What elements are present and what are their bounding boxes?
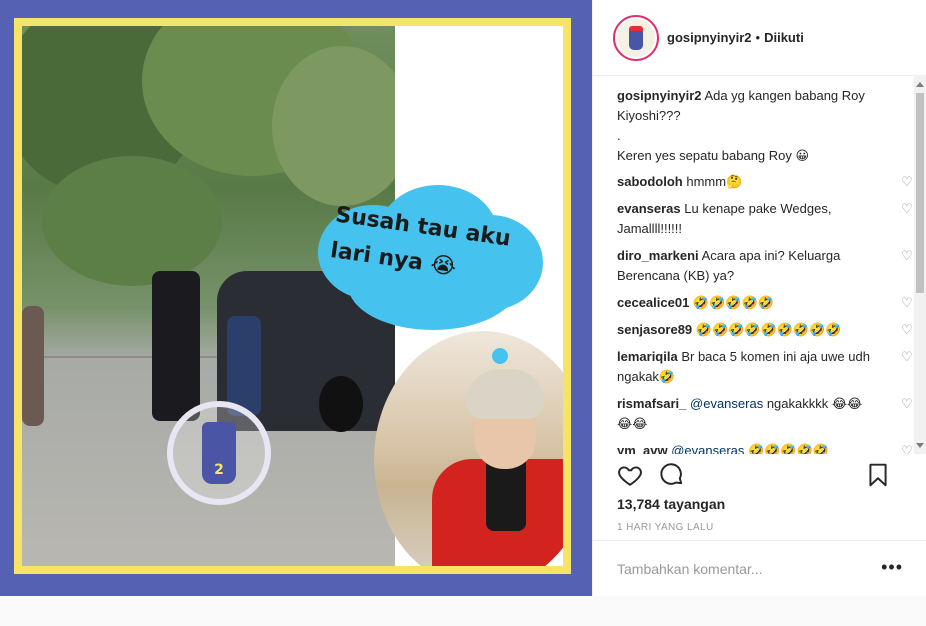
- comment-icon[interactable]: [659, 462, 685, 488]
- logo-bottle-icon: 2: [202, 422, 236, 484]
- heart-icon[interactable]: [617, 462, 643, 488]
- comment-item: rismafsari_ @evanseras ngakakkkk 😂😂😂😂 ♡: [617, 394, 913, 434]
- comment-text: 🤣🤣🤣🤣🤣🤣🤣🤣🤣: [695, 322, 842, 337]
- comment-username[interactable]: diro_markeni: [617, 248, 699, 263]
- person-walking: [22, 306, 44, 426]
- scroll-up-arrow-icon[interactable]: [916, 82, 924, 87]
- follow-status[interactable]: Diikuti: [764, 30, 804, 45]
- small-heart-icon[interactable]: ♡: [901, 202, 913, 215]
- post-actions: [617, 460, 907, 490]
- comments-list[interactable]: gosipnyinyir2 Ada yg kangen babang Roy K…: [593, 86, 915, 454]
- post-media[interactable]: 2 Susah tau aku lari nya 😭: [0, 0, 592, 596]
- person-walking: [152, 271, 200, 421]
- comment-item: senjasore89 🤣🤣🤣🤣🤣🤣🤣🤣🤣 ♡: [617, 320, 913, 340]
- comment-username[interactable]: rismafsari_: [617, 396, 686, 411]
- comment-username[interactable]: ym_avw: [617, 443, 668, 454]
- comment-text: hmmm🤔: [686, 174, 743, 189]
- view-count[interactable]: 13,784 tayangan: [617, 496, 725, 512]
- add-comment-row: •••: [593, 540, 926, 596]
- comment-item: cecealice01 🤣🤣🤣🤣🤣 ♡: [617, 293, 913, 313]
- comment-username[interactable]: senjasore89: [617, 322, 692, 337]
- person-walking: [227, 316, 261, 416]
- tree-foliage: [42, 156, 222, 286]
- post-timestamp[interactable]: 1 HARI YANG LALU: [617, 522, 714, 533]
- comment-item: ym_avw @evanseras 🤣🤣🤣🤣🤣 ♡: [617, 441, 913, 454]
- bookmark-icon[interactable]: [865, 462, 891, 488]
- portrait-circle: [374, 331, 563, 566]
- comment-item: sabodoloh hmmm🤔 ♡: [617, 172, 913, 192]
- caption-line: Keren yes sepatu babang Roy 😀: [617, 148, 810, 163]
- thought-bubble: Susah tau aku lari nya 😭: [308, 185, 544, 335]
- comment-mention[interactable]: @evanseras: [671, 443, 744, 454]
- post-sidebar: gosipnyinyir2 • Diikuti gosipnyinyir2 Ad…: [592, 0, 926, 596]
- header-separator: •: [755, 30, 761, 45]
- comment-username[interactable]: sabodoloh: [617, 174, 683, 189]
- header-username[interactable]: gosipnyinyir2: [667, 30, 752, 45]
- crying-emoji: 😭: [428, 252, 458, 281]
- more-options-icon[interactable]: •••: [881, 558, 903, 576]
- thought-dot: [492, 348, 508, 364]
- comments-scrollbar[interactable]: [914, 76, 926, 454]
- watermark-logo: 2: [167, 401, 271, 505]
- small-heart-icon[interactable]: ♡: [901, 397, 913, 410]
- small-heart-icon[interactable]: ♡: [901, 350, 913, 363]
- caption-username[interactable]: gosipnyinyir2: [617, 88, 702, 103]
- small-heart-icon[interactable]: ♡: [901, 296, 913, 309]
- small-heart-icon[interactable]: ♡: [901, 323, 913, 336]
- small-heart-icon[interactable]: ♡: [901, 444, 913, 454]
- comment-text: 🤣🤣🤣🤣🤣: [748, 443, 829, 454]
- post-header: gosipnyinyir2 • Diikuti: [593, 0, 926, 76]
- comment-username[interactable]: cecealice01: [617, 295, 689, 310]
- comment-mention[interactable]: @evanseras: [690, 396, 763, 411]
- tree-foliage: [272, 46, 395, 206]
- small-heart-icon[interactable]: ♡: [901, 249, 913, 262]
- car-wheel: [319, 376, 363, 432]
- blonde-hair: [466, 369, 544, 419]
- comment-username[interactable]: lemariqila: [617, 349, 678, 364]
- comment-item: evanseras Lu kenape pake Wedges, Jamalll…: [617, 199, 913, 239]
- comment-item: lemariqila Br baca 5 komen ini aja uwe u…: [617, 347, 913, 387]
- scroll-thumb[interactable]: [916, 93, 924, 293]
- comment-item: diro_markeni Acara apa ini? Keluarga Ber…: [617, 246, 913, 286]
- caption-line: .: [617, 128, 621, 143]
- avatar-bottle-icon: [629, 25, 643, 50]
- comment-username[interactable]: evanseras: [617, 201, 681, 216]
- scroll-down-arrow-icon[interactable]: [916, 443, 924, 448]
- add-comment-input[interactable]: [617, 560, 857, 577]
- avatar[interactable]: [613, 14, 659, 61]
- comment-text: 🤣🤣🤣🤣🤣: [692, 295, 774, 310]
- post-caption: gosipnyinyir2 Ada yg kangen babang Roy K…: [617, 86, 887, 166]
- small-heart-icon[interactable]: ♡: [901, 175, 913, 188]
